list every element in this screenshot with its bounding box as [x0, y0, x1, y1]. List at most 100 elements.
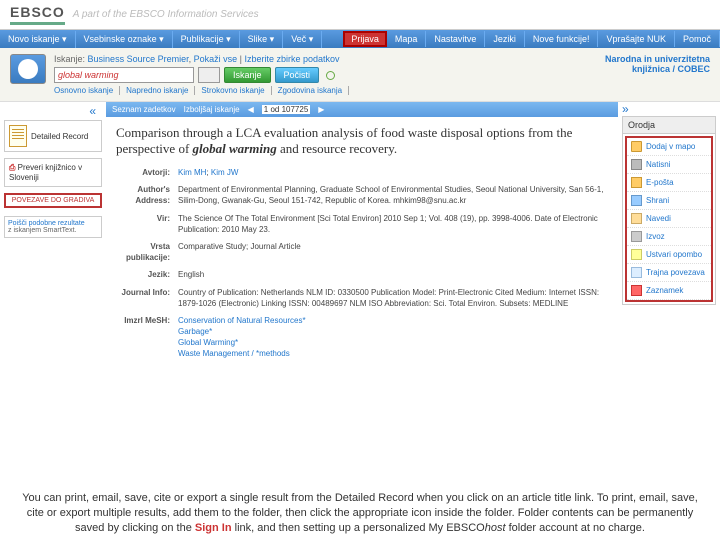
print-icon [631, 159, 642, 170]
page-indicator: 1 od 107725 [262, 105, 311, 114]
nav-slike[interactable]: Slike ▾ [240, 31, 284, 48]
nav-jeziki[interactable]: Jeziki [485, 31, 525, 47]
tool-export[interactable]: Izvoz [627, 228, 711, 246]
brand-logo: EBSCO [10, 4, 65, 25]
tools-panel: Orodja Dodaj v mapo Natisni E-pošta Shrani N… [622, 116, 716, 305]
search-source-line: Iskanje: Business Source Premier, Pokaži… [54, 54, 582, 64]
document-icon [9, 125, 27, 147]
nav-pomo-[interactable]: Pomoč [675, 31, 720, 47]
mesh-link[interactable]: Waste Management / *methods [178, 349, 290, 358]
mesh-link[interactable]: Global Warming* [178, 338, 238, 347]
tool-label: Dodaj v mapo [646, 142, 695, 151]
pdf-icon: ⎙ [9, 163, 15, 172]
authors-value: Kim MH; Kim JW [178, 167, 608, 178]
note-icon [631, 249, 642, 260]
db-link[interactable]: Business Source Premier [88, 54, 189, 64]
cite-icon [631, 213, 642, 224]
search-button[interactable]: Iskanje [224, 67, 271, 83]
tool-label: Zaznamek [646, 286, 683, 295]
lang-label: Jezik: [116, 269, 178, 280]
nav-publikacije[interactable]: Publikacije ▾ [173, 31, 240, 48]
show-all-link[interactable]: Pokaži vse [194, 54, 238, 64]
check-library-box[interactable]: ⎙ Preveri knjižnico v Sloveniji [4, 158, 102, 187]
linked-fulltext-box[interactable]: POVEZAVE DO GRADIVA [4, 193, 102, 208]
tool-cite[interactable]: Navedi [627, 210, 711, 228]
tool-note[interactable]: Ustvari opombo [627, 246, 711, 264]
pubtype-value: Comparative Study; Journal Article [178, 241, 608, 263]
tool-label: Navedi [646, 214, 671, 223]
record-nav-bar: Seznam zadetkov Izboljšaj iskanje ◀ 1 od… [106, 102, 618, 117]
nav-več[interactable]: Več ▾ [283, 31, 322, 48]
tool-bm[interactable]: Zaznamek [627, 282, 711, 300]
tool-label: E-pošta [646, 178, 674, 187]
tool-label: Trajna povezava [646, 268, 705, 277]
clear-button[interactable]: Počisti [275, 67, 320, 83]
similar-results-box[interactable]: Poišči podobne rezultate z iskanjem Smar… [4, 216, 102, 238]
mail-icon [631, 177, 642, 188]
tool-print[interactable]: Natisni [627, 156, 711, 174]
mesh-label: Imzrl MeSH: [116, 315, 178, 360]
lang-value: English [178, 269, 608, 280]
journal-value: Country of Publication: Netherlands NLM … [178, 287, 608, 309]
author-link[interactable]: Kim MH [178, 168, 206, 177]
detailed-record-box[interactable]: Detailed Record [4, 120, 102, 152]
top-nav: Novo iskanje ▾Vsebinske oznake ▾Publikac… [0, 30, 720, 48]
sublink[interactable]: Napredno iskanje [126, 86, 195, 95]
tool-label: Ustvari opombo [646, 250, 702, 259]
check-library-label: Preveri knjižnico v Sloveniji [9, 163, 82, 182]
mesh-link[interactable]: Conservation of Natural Resources* [178, 316, 306, 325]
bm-icon [631, 285, 642, 296]
address-label: Author's Address: [116, 184, 178, 206]
mesh-value: Conservation of Natural Resources* Garbag… [178, 315, 608, 360]
prev-record-arrow[interactable]: « [4, 102, 102, 120]
tagline: A part of the EBSCO Information Services [73, 9, 259, 20]
search-input[interactable] [54, 67, 194, 83]
instruction-caption: You can print, email, save, cite or expo… [20, 491, 700, 536]
address-value: Department of Environmental Planning, Gr… [178, 184, 608, 206]
tools-header: Orodja [623, 117, 715, 134]
next-record-arrow[interactable]: » [622, 102, 716, 116]
authors-label: Avtorji: [116, 167, 178, 178]
pubtype-label: Vrsta publikacije: [116, 241, 178, 263]
detailed-record-label: Detailed Record [31, 132, 88, 141]
nav-novo-iskanje[interactable]: Novo iskanje ▾ [0, 31, 76, 48]
logo-bar: EBSCO A part of the EBSCO Information Se… [0, 0, 720, 30]
save-icon [631, 195, 642, 206]
source-label: Vir: [116, 213, 178, 235]
tool-mail[interactable]: E-pošta [627, 174, 711, 192]
tool-label: Shrani [646, 196, 669, 205]
tool-save[interactable]: Shrani [627, 192, 711, 210]
mesh-link[interactable]: Garbage* [178, 327, 212, 336]
nav-nove-funkcije-[interactable]: Nove funkcije! [525, 31, 599, 47]
export-icon [631, 231, 642, 242]
nav-nastavitve[interactable]: Nastavitve [426, 31, 485, 47]
sublink[interactable]: Osnovno iskanje [54, 86, 120, 95]
search-area: Iskanje: Business Source Premier, Pokaži… [0, 48, 720, 102]
prev-page-arrow[interactable]: ◀ [248, 105, 254, 114]
sublink[interactable]: Strokovno iskanje [201, 86, 271, 95]
article-title: Comparison through a LCA evaluation anal… [116, 125, 608, 157]
nav-vpra-ajte-nuk[interactable]: Vprašajte NUK [598, 31, 675, 47]
next-page-arrow[interactable]: ▶ [318, 105, 324, 114]
nav-mapa[interactable]: Mapa [387, 31, 427, 47]
tool-folder[interactable]: Dodaj v mapo [627, 138, 711, 156]
nav-vsebinske-oznake[interactable]: Vsebinske oznake ▾ [76, 31, 173, 48]
field-select[interactable] [198, 67, 220, 83]
folder-icon [631, 141, 642, 152]
tool-link[interactable]: Trajna povezava [627, 264, 711, 282]
search-sublinks: Osnovno iskanje Napredno iskanje Strokovno… [54, 86, 582, 95]
sublink[interactable]: Zgodovina iskanja [278, 86, 349, 95]
ebsco-host-badge [10, 54, 46, 84]
tool-label: Izvoz [646, 232, 665, 241]
result-list-link[interactable]: Seznam zadetkov [112, 105, 176, 114]
refine-search-link[interactable]: Izboljšaj iskanje [184, 105, 240, 114]
journal-label: Journal Info: [116, 287, 178, 309]
tool-label: Natisni [646, 160, 670, 169]
link-icon [631, 267, 642, 278]
library-name: Narodna in univerzitetna knjižnica / COB… [590, 54, 710, 95]
source-value: The Science Of The Total Environment [Sc… [178, 213, 608, 235]
nav-prijava[interactable]: Prijava [343, 31, 387, 47]
choose-db-link[interactable]: Izberite zbirke podatkov [244, 54, 339, 64]
reset-icon[interactable] [326, 71, 335, 80]
author-link[interactable]: Kim JW [211, 168, 239, 177]
